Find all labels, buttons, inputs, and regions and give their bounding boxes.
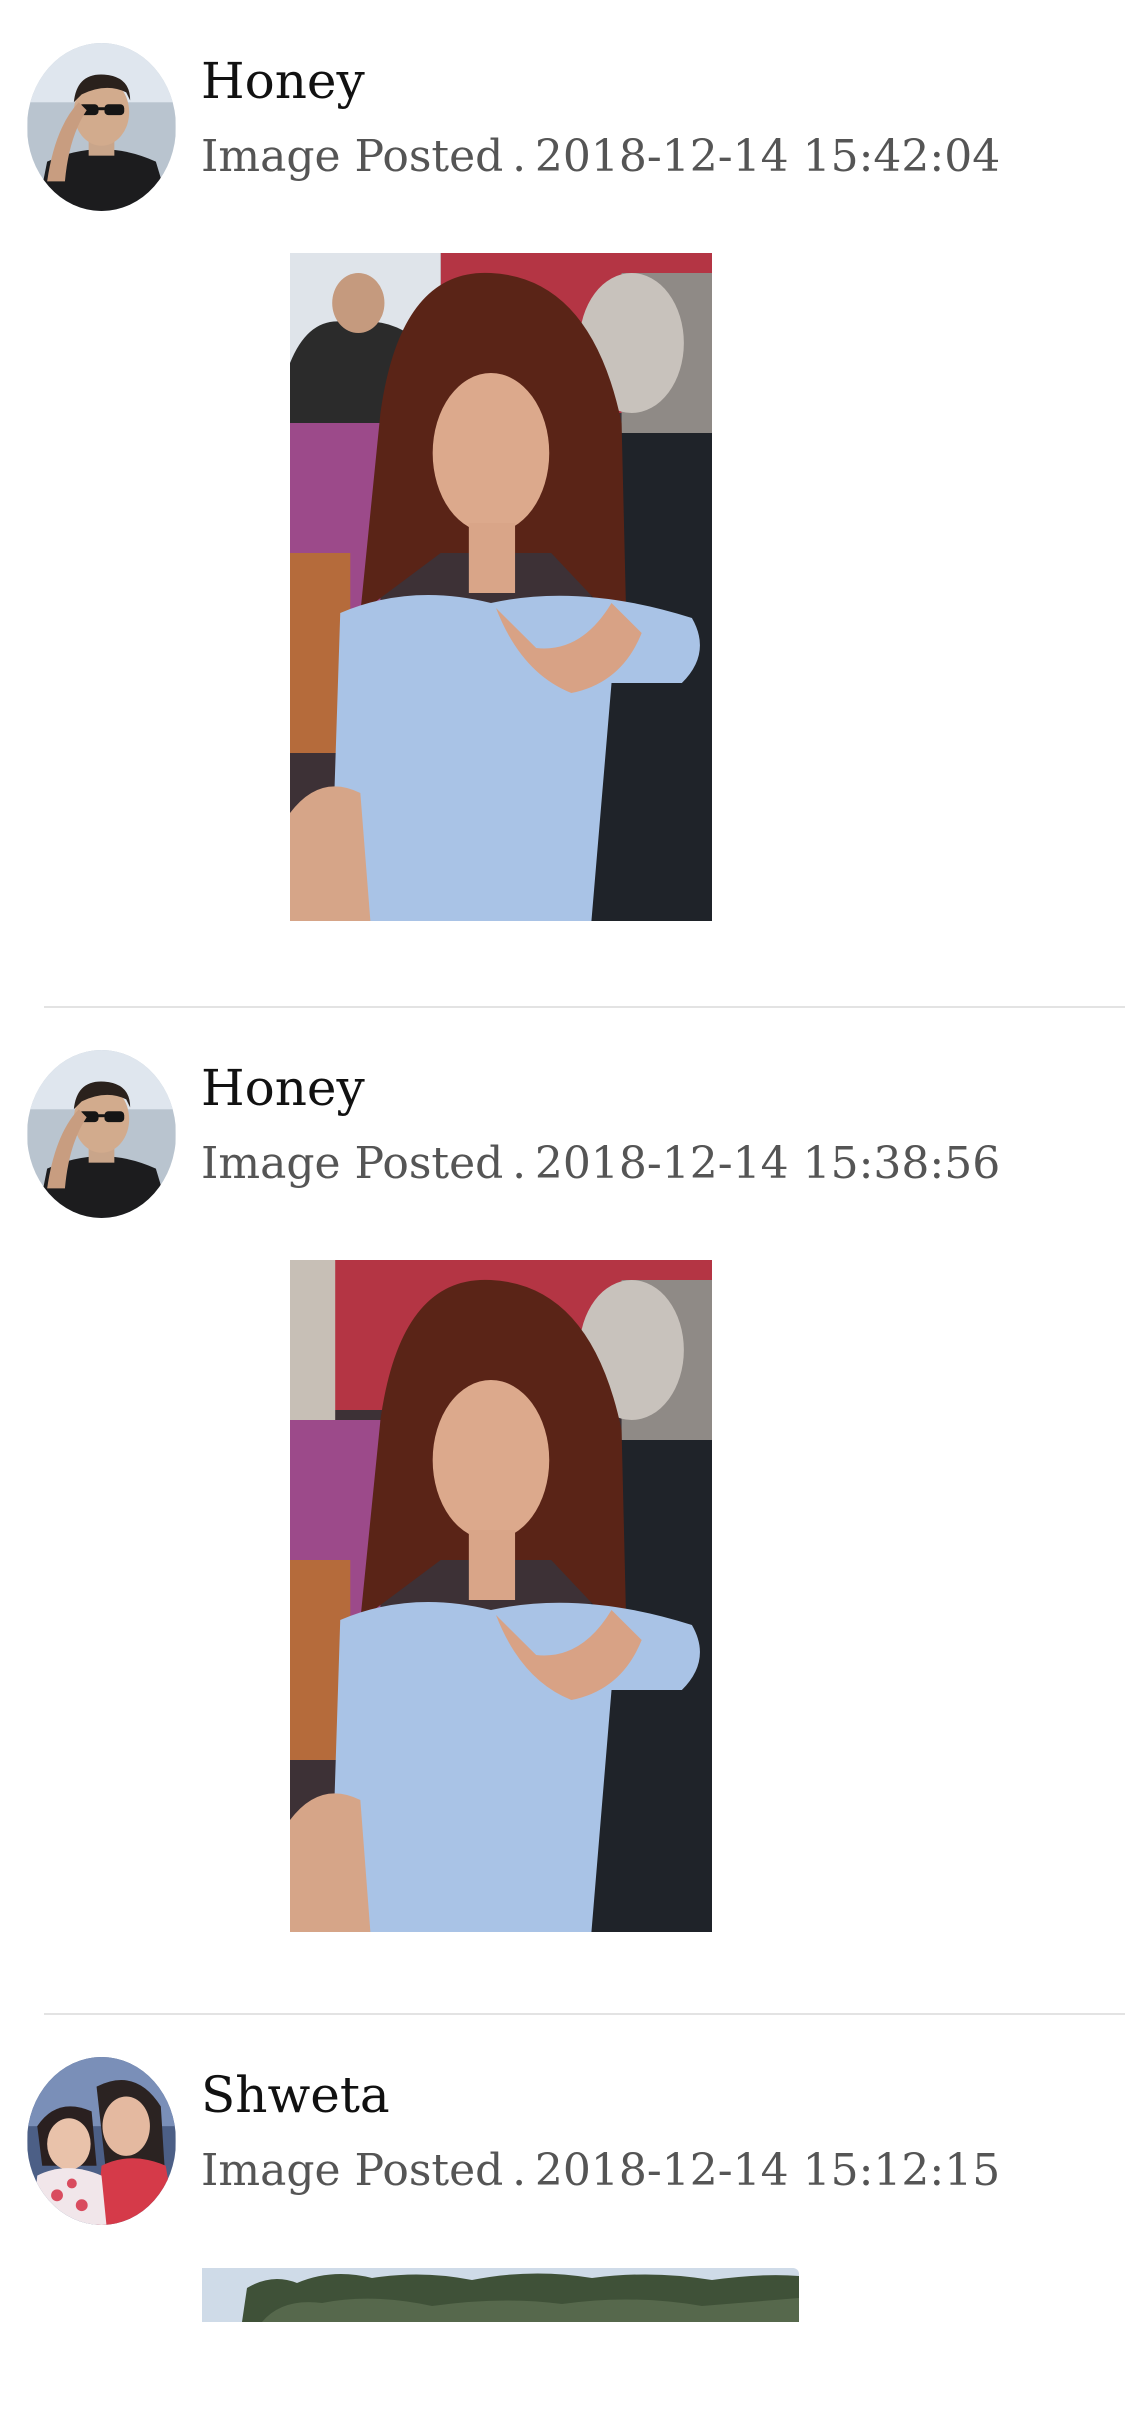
post-timestamp: 2018-12-14 15:38:56: [534, 1138, 1001, 1189]
post-divider: [44, 1006, 1125, 1008]
post-author-name[interactable]: Honey: [201, 1063, 365, 1113]
activity-feed: Honey Image Posted.2018-12-14 15:42:04: [0, 0, 1125, 2436]
post-action-label: Image Posted: [201, 2145, 504, 2196]
meta-separator: .: [512, 2145, 527, 2196]
post-action-label: Image Posted: [201, 1138, 504, 1189]
user-avatar[interactable]: [27, 2057, 176, 2225]
meta-separator: .: [512, 1138, 527, 1189]
post-timestamp: 2018-12-14 15:12:15: [534, 2145, 1001, 2196]
woman-blue-dress-photo-icon: [290, 1260, 712, 1932]
post-image[interactable]: [290, 253, 712, 921]
user-avatar[interactable]: [27, 43, 176, 211]
man-sunglasses-avatar-icon: [27, 43, 176, 211]
trees-sky-photo-icon: [202, 2268, 799, 2322]
post-author-name[interactable]: Shweta: [201, 2070, 390, 2120]
man-sunglasses-avatar-icon: [27, 1050, 176, 1218]
meta-separator: .: [512, 131, 527, 182]
woman-blue-dress-photo-icon: [290, 253, 712, 921]
post-meta: Image Posted. 2018-12-14 15:12:15: [201, 2149, 1000, 2193]
post-image[interactable]: [290, 1260, 712, 1932]
woman-child-avatar-icon: [27, 2057, 176, 2225]
post-author-name[interactable]: Honey: [201, 56, 365, 106]
post-meta: Image Posted. 2018-12-14 15:38:56: [201, 1142, 1000, 1186]
post-timestamp: 2018-12-14 15:42:04: [534, 131, 1001, 182]
post-image[interactable]: [202, 2268, 799, 2322]
post-meta: Image Posted. 2018-12-14 15:42:04: [201, 135, 1000, 179]
post-divider: [44, 2013, 1125, 2015]
post-action-label: Image Posted: [201, 131, 504, 182]
user-avatar[interactable]: [27, 1050, 176, 1218]
